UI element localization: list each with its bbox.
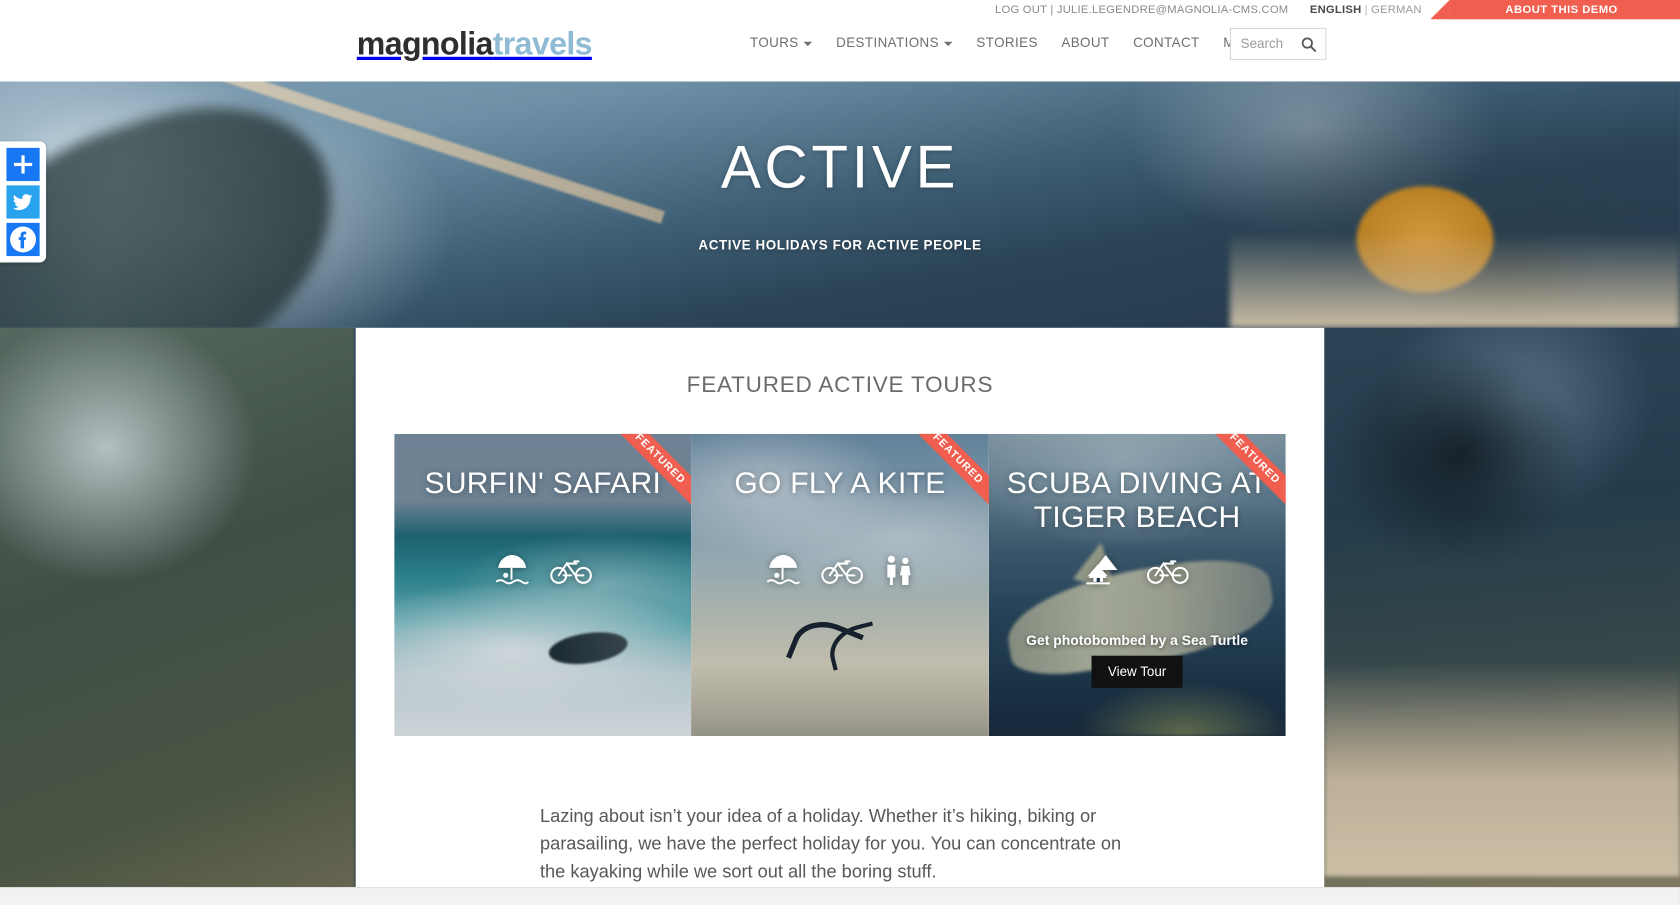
bicycle-icon	[1147, 560, 1189, 584]
tour-card-scuba-diving-at-tiger-beach[interactable]: FEATURED SCUBA DIVING AT TIGER BEACH Get…	[988, 433, 1286, 737]
search-icon	[1301, 36, 1316, 52]
site-header: magnoliatravels TOURS DESTINATIONS STORI…	[0, 19, 1680, 82]
addthis-plus-icon[interactable]	[6, 147, 40, 182]
facebook-icon[interactable]	[6, 222, 40, 257]
nav-item-contact[interactable]: CONTACT	[1133, 35, 1200, 50]
chevron-down-icon	[944, 41, 953, 47]
hero-subtitle: ACTIVE HOLIDAYS FOR ACTIVE PEOPLE	[698, 237, 982, 253]
browser-viewport: LOG OUT | JULIE.LEGENDRE@MAGNOLIA-CMS.CO…	[0, 0, 1680, 905]
hero-background-image	[0, 81, 1680, 328]
main-content-panel: FEATURED ACTIVE TOURS FEATURED SURFIN' S…	[355, 327, 1325, 888]
section-title: FEATURED ACTIVE TOURS	[686, 372, 994, 398]
featured-tours-grid: FEATURED SURFIN' SAFARI FEATURED GO FLY …	[394, 433, 1286, 737]
mountain-lodge-icon	[1086, 554, 1118, 585]
search-button[interactable]	[1293, 29, 1323, 59]
nav-item-stories[interactable]: STORIES	[976, 35, 1037, 50]
tour-card-icons	[691, 554, 988, 586]
nav-item-about[interactable]: ABOUT	[1061, 35, 1109, 50]
main-navigation: TOURS DESTINATIONS STORIES ABOUT CONTACT…	[750, 35, 1294, 50]
language-switcher: ENGLISH | GERMAN	[1310, 3, 1422, 16]
about-this-demo-button[interactable]: ABOUT THIS DEMO	[1430, 0, 1680, 20]
hero-rock-shape	[0, 81, 374, 328]
tour-card-title: SCUBA DIVING AT TIGER BEACH	[1006, 466, 1268, 535]
about-this-demo-label: ABOUT THIS DEMO	[1505, 3, 1618, 17]
family-icon	[887, 555, 911, 585]
beach-umbrella-icon	[495, 554, 529, 585]
intro-paragraph: Lazing about isn’t your idea of a holida…	[539, 805, 1122, 882]
hero-banner: ACTIVE ACTIVE HOLIDAYS FOR ACTIVE PEOPLE	[0, 81, 1680, 328]
social-share-rail	[0, 141, 47, 263]
search-input[interactable]	[1231, 28, 1294, 59]
page-bottom-strip	[0, 887, 1680, 905]
nav-label-tours: TOURS	[749, 35, 799, 51]
page-root: LOG OUT | JULIE.LEGENDRE@MAGNOLIA-CMS.CO…	[0, 0, 1680, 905]
tour-card-caption: Get photobombed by a Sea Turtle	[1026, 632, 1249, 649]
tour-card-title: SURFIN' SAFARI	[424, 466, 662, 500]
nav-item-destinations[interactable]: DESTINATIONS	[836, 35, 953, 50]
site-logo[interactable]: magnoliatravels	[356, 26, 593, 63]
language-option-german[interactable]: GERMAN	[1371, 3, 1422, 16]
twitter-bird-icon	[12, 193, 33, 210]
page-title: ACTIVE	[720, 132, 960, 201]
logo-text-travels: travels	[492, 26, 593, 63]
tour-card-icons	[989, 554, 1286, 586]
utility-bar: LOG OUT | JULIE.LEGENDRE@MAGNOLIA-CMS.CO…	[0, 0, 1680, 20]
tour-card-icons	[394, 554, 691, 586]
bicycle-icon	[821, 560, 863, 584]
bicycle-icon	[549, 560, 592, 584]
tour-card-title: GO FLY A KITE	[734, 466, 946, 500]
nav-label-stories: STORIES	[976, 35, 1038, 51]
facebook-f-icon	[10, 226, 36, 253]
nav-label-about: ABOUT	[1061, 35, 1110, 51]
kayaker-body-shape	[1313, 327, 1635, 650]
content-section: FEATURED ACTIVE TOURS FEATURED SURFIN' S…	[0, 327, 1680, 905]
page-background-right	[1313, 327, 1680, 905]
logo-text-magnolia: magnolia	[356, 26, 494, 63]
nav-label-contact: CONTACT	[1133, 35, 1200, 51]
beach-umbrella-icon	[766, 554, 801, 585]
sandbar-shape	[1324, 662, 1680, 877]
search-box[interactable]	[1229, 27, 1327, 60]
language-option-english[interactable]: ENGLISH	[1310, 3, 1362, 16]
twitter-icon[interactable]	[6, 185, 40, 219]
chevron-down-icon	[803, 41, 813, 47]
nav-item-tours[interactable]: TOURS	[750, 35, 813, 50]
nav-label-destinations: DESTINATIONS	[836, 35, 939, 51]
tour-card-go-fly-a-kite[interactable]: FEATURED GO FLY A KITE	[691, 433, 989, 737]
view-tour-button[interactable]: View Tour	[1091, 655, 1183, 688]
tour-card-surfin-safari[interactable]: FEATURED SURFIN' SAFARI	[394, 433, 692, 737]
language-separator: |	[1364, 3, 1368, 17]
account-status-text[interactable]: LOG OUT | JULIE.LEGENDRE@MAGNOLIA-CMS.CO…	[995, 3, 1288, 16]
